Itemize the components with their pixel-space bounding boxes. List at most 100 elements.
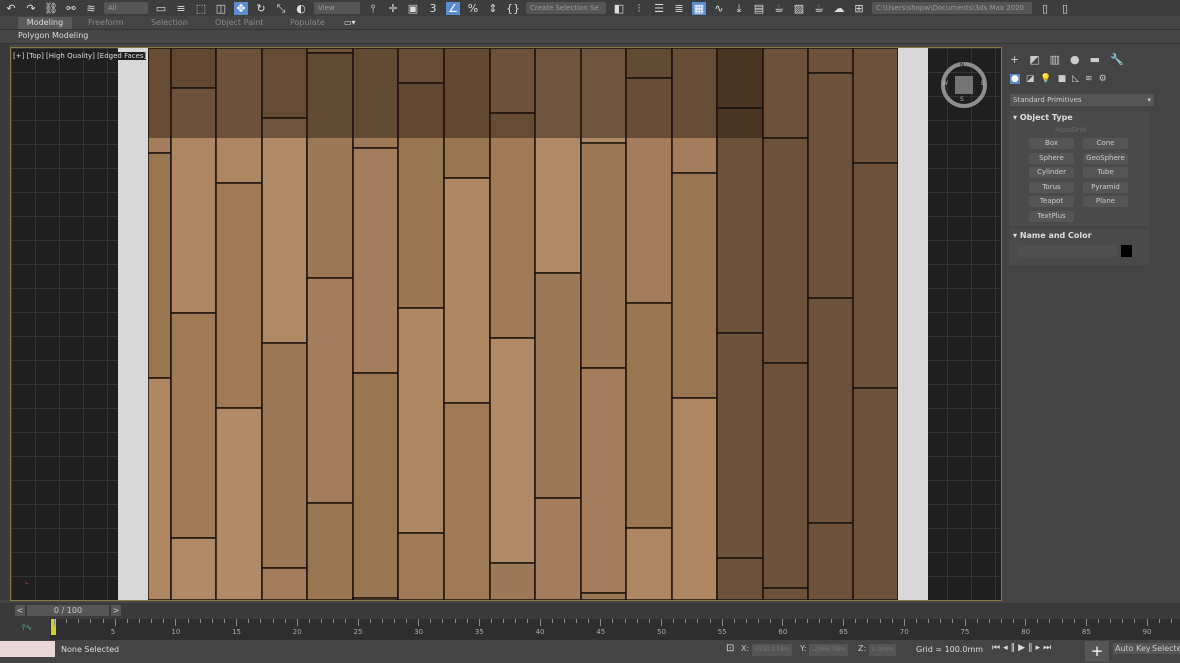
material-editor-icon[interactable]: ▤ (752, 2, 766, 15)
box-button[interactable]: Box (1029, 138, 1074, 149)
scale-icon[interactable]: ⤡ (274, 2, 288, 15)
wall-strip-left (118, 48, 148, 600)
percent-snap-icon[interactable]: % (466, 2, 480, 15)
category-dropdown[interactable]: Standard Primitives ▾ (1010, 94, 1154, 106)
set-key-button[interactable]: + (1085, 641, 1109, 662)
modify-tab-icon[interactable]: ◩ (1029, 53, 1039, 66)
object-color-swatch[interactable] (1121, 245, 1132, 257)
scene-explorer-icon[interactable]: ☰ (652, 2, 666, 15)
auto-key-button[interactable]: Auto Key (1113, 643, 1153, 654)
rendered-frame-icon[interactable]: ▨ (792, 2, 806, 15)
textplus-button[interactable]: TextPlus (1029, 211, 1074, 222)
bind-spacewarp-icon[interactable]: ≋ (84, 2, 98, 15)
tab-populate[interactable]: Populate (290, 17, 325, 29)
redo-icon[interactable]: ↷ (24, 2, 38, 15)
create-tab-icon[interactable]: + (1010, 53, 1019, 66)
ref-coord-dropdown[interactable]: View (314, 2, 360, 14)
plane-button[interactable]: Plane (1083, 196, 1128, 207)
keyboard-shortcut-icon[interactable]: ▣ (406, 2, 420, 15)
utilities-tab-icon[interactable]: 🔧 (1110, 53, 1124, 66)
window-crossing-icon[interactable]: ◫ (214, 2, 228, 15)
mirror-icon[interactable]: ◧ (612, 2, 626, 15)
prev-frame-button[interactable]: < (15, 605, 25, 616)
name-color-header[interactable]: ▾ Name and Color (1013, 231, 1092, 240)
play-icon[interactable]: ▶ (1018, 643, 1028, 653)
render-cloud-icon[interactable]: ☁ (832, 2, 846, 15)
tab-modeling[interactable]: Modeling (18, 17, 72, 29)
place-icon[interactable]: ◐ (294, 2, 308, 15)
layer-explorer-icon[interactable]: ≣ (672, 2, 686, 15)
snap-3d-icon[interactable]: 3 (426, 2, 440, 15)
render-tiles-icon[interactable]: ⊞ (852, 2, 866, 15)
motion-tab-icon[interactable]: ● (1070, 53, 1080, 66)
undo-icon[interactable]: ↶ (4, 2, 18, 15)
prev-key-icon[interactable]: ◂‖ (1003, 643, 1018, 653)
manipulate-icon[interactable]: ✛ (386, 2, 400, 15)
curve-editor-mini-icon[interactable]: ⫯∿ (22, 623, 32, 633)
pivot-icon[interactable]: ⫯ (366, 2, 380, 15)
shapes-icon[interactable]: ◪ (1026, 74, 1035, 84)
autogrid-checkbox[interactable]: AutoGrid (1055, 126, 1086, 134)
time-slider[interactable]: 0 / 100 (27, 605, 109, 616)
schematic-view-icon[interactable]: ⤓ (732, 2, 746, 15)
cone-button[interactable]: Cone (1083, 138, 1128, 149)
cylinder-button[interactable]: Cylinder (1029, 167, 1074, 178)
display-tab-icon[interactable]: ▬ (1090, 53, 1100, 66)
curve-editor-icon[interactable]: ∿ (712, 2, 726, 15)
project-folder-icon[interactable]: ▯ (1038, 2, 1052, 15)
open-folder-icon[interactable]: ▯ (1058, 2, 1072, 15)
z-field[interactable]: 0.0mm (868, 644, 896, 656)
lights-icon[interactable]: 💡 (1040, 74, 1051, 84)
align-icon[interactable]: ⫶ (632, 2, 646, 15)
tab-freeform[interactable]: Freeform (88, 17, 124, 29)
track-bar[interactable]: 5 10 15 20 25 30 35 40 45 50 55 60 65 70 75 80 85 90 (50, 619, 1180, 640)
x-field[interactable]: 5531.074m (751, 644, 793, 656)
viewcube[interactable]: N W E S (941, 62, 987, 108)
rotate-icon[interactable]: ↻ (254, 2, 268, 15)
edit-named-sel-icon[interactable]: {} (506, 2, 520, 15)
torus-button[interactable]: Torus (1029, 182, 1074, 193)
geometry-icon[interactable]: ● (1010, 74, 1020, 84)
angle-snap-icon[interactable]: ∠ (446, 1, 460, 15)
teapot-button[interactable]: Teapot (1029, 196, 1074, 207)
next-key-icon[interactable]: ‖▸ (1028, 643, 1043, 653)
selection-filter-dropdown[interactable]: All (104, 2, 148, 14)
selected-dropdown[interactable]: Selected (1150, 643, 1180, 654)
maxscript-listener[interactable] (0, 641, 55, 657)
spinner-snap-icon[interactable]: ⇕ (486, 2, 500, 15)
named-selection-dropdown[interactable]: Create Selection Se (526, 2, 606, 14)
helpers-icon[interactable]: ◺ (1072, 74, 1079, 84)
geosphere-button[interactable]: GeoSphere (1083, 153, 1128, 164)
render-icon[interactable]: ☕ (812, 2, 826, 15)
polygon-modeling-label[interactable]: Polygon Modeling (18, 31, 88, 40)
absolute-mode-icon[interactable]: ⊡ (726, 643, 734, 654)
viewport-label[interactable]: [+] [Top] [High Quality] [Edged Faces] (13, 52, 147, 60)
go-end-icon[interactable]: ⏭ (1043, 643, 1054, 653)
rect-selection-icon[interactable]: ⬚ (194, 2, 208, 15)
viewcube-face[interactable] (955, 76, 973, 94)
hierarchy-tab-icon[interactable]: ▥ (1050, 53, 1060, 66)
object-type-header[interactable]: ▾ Object Type (1013, 113, 1073, 122)
select-object-icon[interactable]: ▭ (154, 2, 168, 15)
go-start-icon[interactable]: ⏮ (992, 643, 1003, 653)
ribbon-toggle-icon[interactable]: ▦ (692, 1, 706, 15)
link-icon[interactable]: ⛓ (44, 2, 58, 15)
move-icon[interactable]: ✥ (234, 1, 248, 15)
systems-icon[interactable]: ⚙ (1099, 74, 1107, 84)
y-field[interactable]: -2366.78m (809, 644, 848, 656)
unlink-icon[interactable]: ⚯ (64, 2, 78, 15)
tab-object-paint[interactable]: Object Paint (215, 17, 263, 29)
next-frame-button[interactable]: > (111, 605, 121, 616)
pyramid-button[interactable]: Pyramid (1083, 182, 1128, 193)
tube-button[interactable]: Tube (1083, 167, 1128, 178)
sphere-button[interactable]: Sphere (1029, 153, 1074, 164)
spacewarps-icon[interactable]: ≋ (1085, 74, 1093, 84)
project-path-dropdown[interactable]: C:\Users\shopw\Documents\3ds Max 2020 (872, 2, 1032, 14)
ribbon-options-icon[interactable]: ▭▾ (344, 17, 356, 29)
render-setup-icon[interactable]: ☕ (772, 2, 786, 15)
tab-selection[interactable]: Selection (151, 17, 188, 29)
viewport-top[interactable]: [+] [Top] [High Quality] [Edged Faces] N… (10, 47, 1002, 601)
object-name-input[interactable] (1017, 245, 1117, 257)
select-by-name-icon[interactable]: ≡ (174, 2, 188, 15)
cameras-icon[interactable]: ■ (1058, 74, 1067, 84)
